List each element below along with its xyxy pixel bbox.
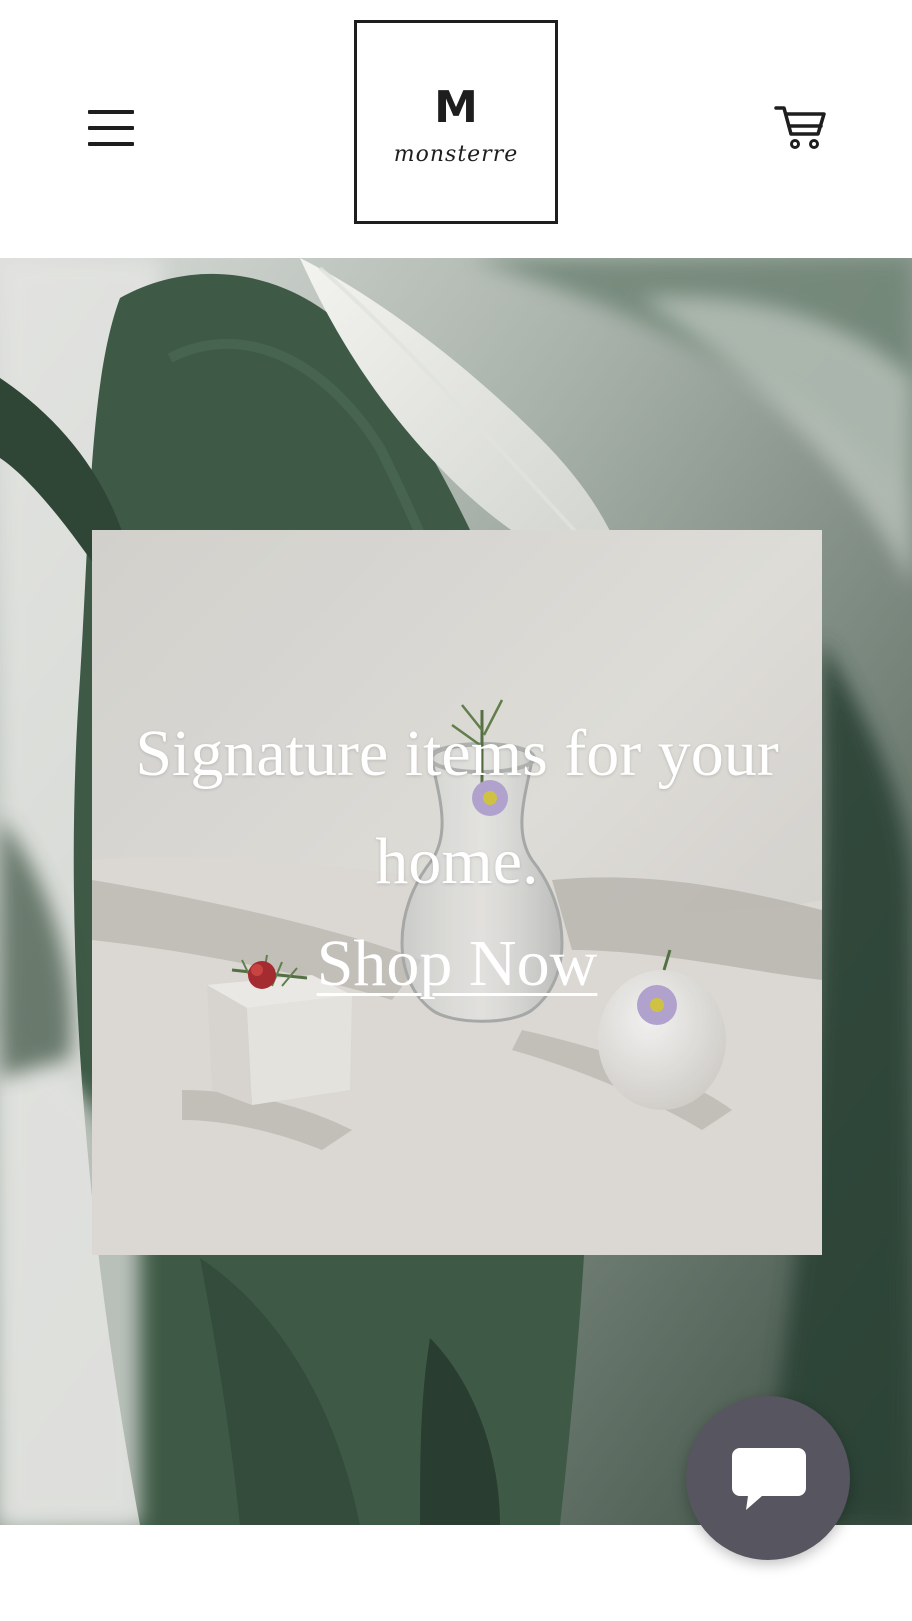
hero-banner: Signature items for your home. Shop Now	[0, 258, 912, 1525]
chat-button[interactable]	[686, 1396, 850, 1560]
page: M monsterre Signature items for your hom…	[0, 0, 912, 1621]
hamburger-menu-icon[interactable]	[80, 104, 136, 152]
menu-bar	[88, 126, 134, 130]
site-logo[interactable]: M monsterre	[354, 20, 558, 224]
chat-bubble-icon	[732, 1448, 806, 1510]
hero-title: Signature items for your home.	[135, 717, 779, 898]
featured-product-card: Signature items for your home. Shop Now	[92, 530, 822, 1255]
shop-now-link[interactable]: Shop Now	[92, 926, 822, 1002]
shopping-cart-icon[interactable]	[774, 100, 830, 156]
menu-bar	[88, 110, 134, 114]
menu-bar	[88, 142, 134, 146]
logo-letter: M	[434, 82, 478, 133]
cart-icon-graphic	[774, 106, 826, 149]
site-header: M monsterre	[0, 0, 912, 258]
logo-wordmark: monsterre	[393, 142, 519, 167]
